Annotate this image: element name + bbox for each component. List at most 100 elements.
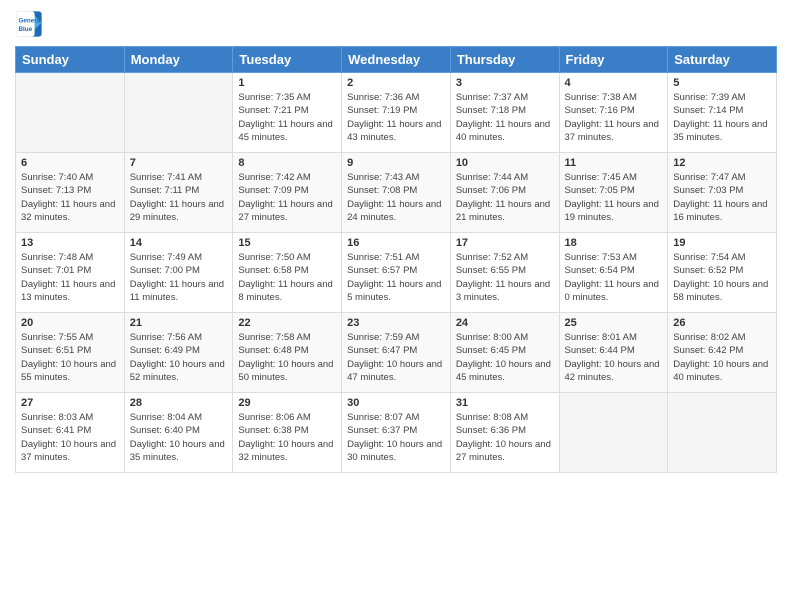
calendar-week-row: 1 Sunrise: 7:35 AM Sunset: 7:21 PM Daylig…	[16, 73, 777, 153]
day-detail: Sunrise: 7:52 AM Sunset: 6:55 PM Dayligh…	[456, 251, 554, 304]
day-number: 6	[21, 157, 119, 169]
calendar-header-saturday: Saturday	[668, 47, 777, 73]
calendar-header-tuesday: Tuesday	[233, 47, 342, 73]
svg-text:Blue: Blue	[19, 26, 33, 33]
calendar-day-cell: 20 Sunrise: 7:55 AM Sunset: 6:51 PM Dayli…	[16, 313, 125, 393]
calendar-header-sunday: Sunday	[16, 47, 125, 73]
day-number: 21	[130, 317, 228, 329]
day-number: 1	[238, 77, 336, 89]
day-detail: Sunrise: 7:41 AM Sunset: 7:11 PM Dayligh…	[130, 171, 228, 224]
calendar-day-cell: 23 Sunrise: 7:59 AM Sunset: 6:47 PM Dayli…	[342, 313, 451, 393]
logo: General Blue	[15, 10, 47, 38]
day-detail: Sunrise: 7:45 AM Sunset: 7:05 PM Dayligh…	[565, 171, 663, 224]
day-detail: Sunrise: 7:39 AM Sunset: 7:14 PM Dayligh…	[673, 91, 771, 144]
calendar-week-row: 13 Sunrise: 7:48 AM Sunset: 7:01 PM Dayli…	[16, 233, 777, 313]
day-number: 19	[673, 237, 771, 249]
day-number: 31	[456, 397, 554, 409]
day-number: 13	[21, 237, 119, 249]
day-detail: Sunrise: 7:56 AM Sunset: 6:49 PM Dayligh…	[130, 331, 228, 384]
calendar-day-cell	[16, 73, 125, 153]
calendar-week-row: 6 Sunrise: 7:40 AM Sunset: 7:13 PM Daylig…	[16, 153, 777, 233]
calendar-week-row: 27Sunrise: 8:03 AM Sunset: 6:41 PM Dayli…	[16, 393, 777, 473]
day-number: 25	[565, 317, 663, 329]
day-detail: Sunrise: 7:40 AM Sunset: 7:13 PM Dayligh…	[21, 171, 119, 224]
page: General Blue SundayMondayTuesdayWednesda…	[0, 0, 792, 612]
calendar-day-cell: 12Sunrise: 7:47 AM Sunset: 7:03 PM Dayli…	[668, 153, 777, 233]
calendar-day-cell: 1 Sunrise: 7:35 AM Sunset: 7:21 PM Daylig…	[233, 73, 342, 153]
calendar-day-cell: 7 Sunrise: 7:41 AM Sunset: 7:11 PM Daylig…	[124, 153, 233, 233]
calendar-day-cell	[559, 393, 668, 473]
day-number: 17	[456, 237, 554, 249]
calendar-day-cell: 8 Sunrise: 7:42 AM Sunset: 7:09 PM Daylig…	[233, 153, 342, 233]
calendar-day-cell: 16 Sunrise: 7:51 AM Sunset: 6:57 PM Dayli…	[342, 233, 451, 313]
day-detail: Sunrise: 7:44 AM Sunset: 7:06 PM Dayligh…	[456, 171, 554, 224]
day-number: 26	[673, 317, 771, 329]
day-detail: Sunrise: 7:37 AM Sunset: 7:18 PM Dayligh…	[456, 91, 554, 144]
calendar-day-cell: 26 Sunrise: 8:02 AM Sunset: 6:42 PM Dayli…	[668, 313, 777, 393]
day-number: 23	[347, 317, 445, 329]
day-number: 29	[238, 397, 336, 409]
calendar-day-cell: 17 Sunrise: 7:52 AM Sunset: 6:55 PM Dayli…	[450, 233, 559, 313]
calendar-day-cell: 18 Sunrise: 7:53 AM Sunset: 6:54 PM Dayli…	[559, 233, 668, 313]
calendar-day-cell: 13 Sunrise: 7:48 AM Sunset: 7:01 PM Dayli…	[16, 233, 125, 313]
calendar-header-friday: Friday	[559, 47, 668, 73]
day-number: 2	[347, 77, 445, 89]
day-number: 9	[347, 157, 445, 169]
day-detail: Sunrise: 7:59 AM Sunset: 6:47 PM Dayligh…	[347, 331, 445, 384]
calendar-day-cell: 19 Sunrise: 7:54 AM Sunset: 6:52 PM Dayli…	[668, 233, 777, 313]
calendar-day-cell: 21 Sunrise: 7:56 AM Sunset: 6:49 PM Dayli…	[124, 313, 233, 393]
day-number: 10	[456, 157, 554, 169]
day-number: 27	[21, 397, 119, 409]
calendar-day-cell	[124, 73, 233, 153]
day-number: 20	[21, 317, 119, 329]
day-number: 28	[130, 397, 228, 409]
calendar-day-cell: 27Sunrise: 8:03 AM Sunset: 6:41 PM Dayli…	[16, 393, 125, 473]
day-number: 14	[130, 237, 228, 249]
day-detail: Sunrise: 8:08 AM Sunset: 6:36 PM Dayligh…	[456, 411, 554, 464]
day-detail: Sunrise: 7:49 AM Sunset: 7:00 PM Dayligh…	[130, 251, 228, 304]
day-number: 12	[673, 157, 771, 169]
day-detail: Sunrise: 8:06 AM Sunset: 6:38 PM Dayligh…	[238, 411, 336, 464]
day-detail: Sunrise: 8:02 AM Sunset: 6:42 PM Dayligh…	[673, 331, 771, 384]
day-number: 18	[565, 237, 663, 249]
calendar-day-cell: 30Sunrise: 8:07 AM Sunset: 6:37 PM Dayli…	[342, 393, 451, 473]
calendar-day-cell: 3 Sunrise: 7:37 AM Sunset: 7:18 PM Daylig…	[450, 73, 559, 153]
day-detail: Sunrise: 7:54 AM Sunset: 6:52 PM Dayligh…	[673, 251, 771, 304]
calendar-day-cell: 6 Sunrise: 7:40 AM Sunset: 7:13 PM Daylig…	[16, 153, 125, 233]
calendar-week-row: 20 Sunrise: 7:55 AM Sunset: 6:51 PM Dayli…	[16, 313, 777, 393]
calendar-header-wednesday: Wednesday	[342, 47, 451, 73]
day-detail: Sunrise: 7:51 AM Sunset: 6:57 PM Dayligh…	[347, 251, 445, 304]
calendar-day-cell	[668, 393, 777, 473]
day-number: 16	[347, 237, 445, 249]
calendar-day-cell: 25 Sunrise: 8:01 AM Sunset: 6:44 PM Dayli…	[559, 313, 668, 393]
day-number: 4	[565, 77, 663, 89]
day-detail: Sunrise: 7:58 AM Sunset: 6:48 PM Dayligh…	[238, 331, 336, 384]
day-detail: Sunrise: 7:50 AM Sunset: 6:58 PM Dayligh…	[238, 251, 336, 304]
day-number: 24	[456, 317, 554, 329]
calendar-day-cell: 31 Sunrise: 8:08 AM Sunset: 6:36 PM Dayli…	[450, 393, 559, 473]
day-detail: Sunrise: 7:35 AM Sunset: 7:21 PM Dayligh…	[238, 91, 336, 144]
day-number: 11	[565, 157, 663, 169]
day-detail: Sunrise: 7:48 AM Sunset: 7:01 PM Dayligh…	[21, 251, 119, 304]
day-detail: Sunrise: 8:01 AM Sunset: 6:44 PM Dayligh…	[565, 331, 663, 384]
calendar-day-cell: 11 Sunrise: 7:45 AM Sunset: 7:05 PM Dayli…	[559, 153, 668, 233]
calendar-header-monday: Monday	[124, 47, 233, 73]
day-number: 7	[130, 157, 228, 169]
day-detail: Sunrise: 7:43 AM Sunset: 7:08 PM Dayligh…	[347, 171, 445, 224]
header: General Blue	[15, 10, 777, 38]
day-detail: Sunrise: 7:53 AM Sunset: 6:54 PM Dayligh…	[565, 251, 663, 304]
day-detail: Sunrise: 8:04 AM Sunset: 6:40 PM Dayligh…	[130, 411, 228, 464]
day-detail: Sunrise: 8:00 AM Sunset: 6:45 PM Dayligh…	[456, 331, 554, 384]
day-detail: Sunrise: 7:55 AM Sunset: 6:51 PM Dayligh…	[21, 331, 119, 384]
day-number: 8	[238, 157, 336, 169]
svg-text:General: General	[19, 18, 43, 25]
day-detail: Sunrise: 7:38 AM Sunset: 7:16 PM Dayligh…	[565, 91, 663, 144]
day-number: 3	[456, 77, 554, 89]
calendar-day-cell: 28 Sunrise: 8:04 AM Sunset: 6:40 PM Dayli…	[124, 393, 233, 473]
day-detail: Sunrise: 7:42 AM Sunset: 7:09 PM Dayligh…	[238, 171, 336, 224]
calendar-day-cell: 10 Sunrise: 7:44 AM Sunset: 7:06 PM Dayli…	[450, 153, 559, 233]
calendar: SundayMondayTuesdayWednesdayThursdayFrid…	[15, 46, 777, 473]
calendar-day-cell: 22 Sunrise: 7:58 AM Sunset: 6:48 PM Dayli…	[233, 313, 342, 393]
logo-icon: General Blue	[15, 10, 43, 38]
day-number: 22	[238, 317, 336, 329]
